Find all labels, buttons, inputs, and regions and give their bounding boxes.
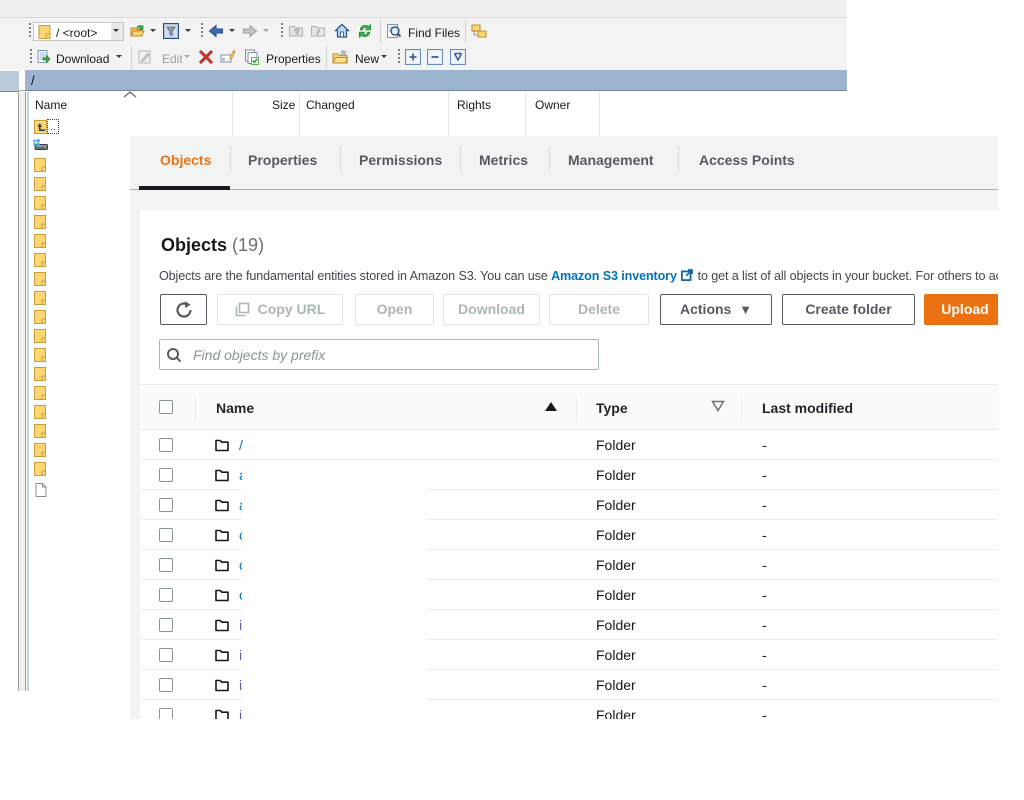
svg-text:x: x — [222, 57, 225, 63]
